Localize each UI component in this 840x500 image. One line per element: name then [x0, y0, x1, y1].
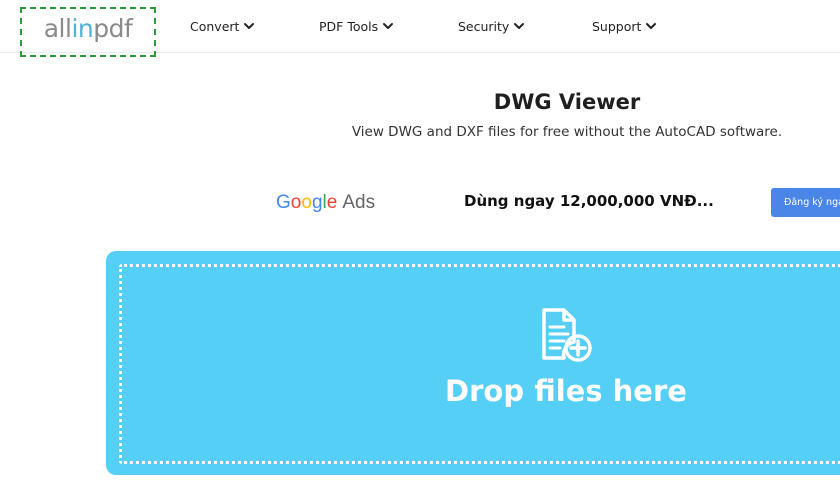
chevron-down-icon	[645, 20, 657, 32]
logo-text: allinpdf	[43, 14, 133, 43]
site-header: allinpdf Convert PDF Tools Security Supp…	[0, 0, 840, 57]
nav-security[interactable]: Security	[458, 16, 525, 36]
drop-zone-border	[119, 264, 840, 464]
ad-signup-button[interactable]: Đăng ký ngay	[771, 188, 840, 217]
chevron-down-icon	[513, 20, 525, 32]
page-title: DWG Viewer	[493, 90, 641, 114]
nav-label: Convert	[190, 18, 240, 34]
nav-label: Security	[458, 18, 510, 34]
nav-pdf-tools[interactable]: PDF Tools	[319, 16, 394, 36]
chevron-down-icon	[382, 20, 394, 32]
page: allinpdf Convert PDF Tools Security Supp…	[0, 0, 840, 500]
file-drop-zone[interactable]	[106, 251, 840, 475]
page-subtitle: View DWG and DXF files for free without …	[351, 124, 783, 140]
drop-files-label: Drop files here	[445, 374, 687, 408]
ad-headline[interactable]: Dùng ngay 12,000,000 VNĐ...	[464, 192, 714, 210]
nav-support[interactable]: Support	[592, 16, 657, 36]
file-add-icon	[542, 308, 592, 362]
nav-label: PDF Tools	[319, 18, 379, 34]
site-logo[interactable]: allinpdf	[20, 7, 156, 57]
chevron-down-icon	[243, 20, 255, 32]
nav-convert[interactable]: Convert	[190, 16, 255, 36]
google-ads-logo: Go o g l e Ads	[276, 192, 376, 213]
nav-label: Support	[592, 18, 642, 34]
